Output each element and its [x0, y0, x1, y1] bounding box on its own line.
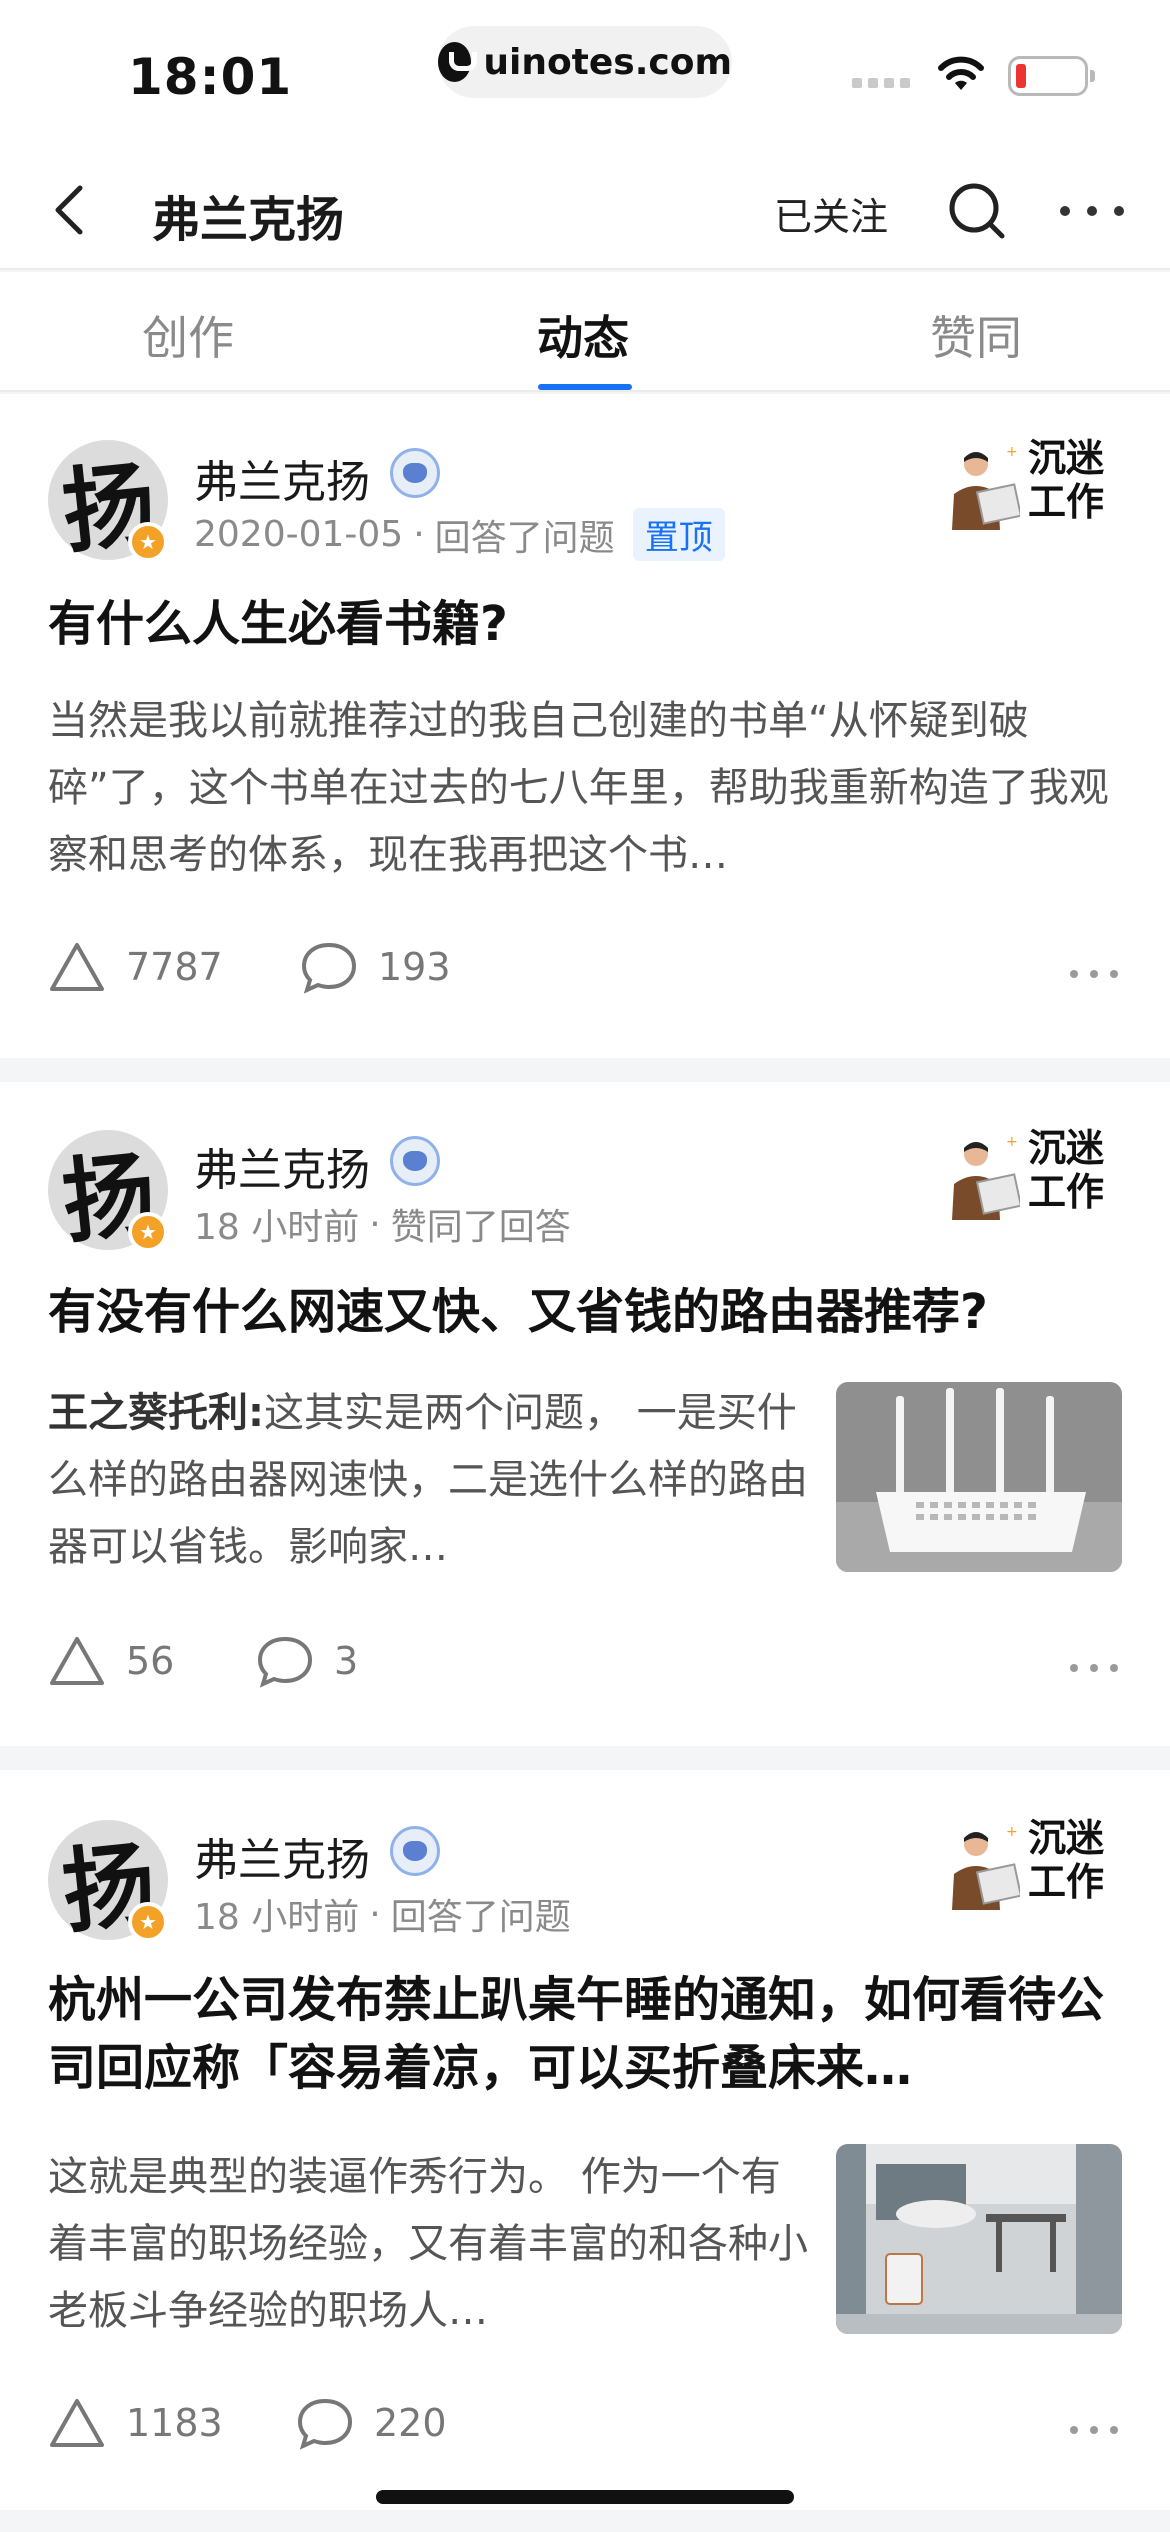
comment-count: 193: [378, 945, 451, 989]
avatar[interactable]: 扬 ★: [48, 440, 168, 566]
cellular-signal-icon: [852, 78, 910, 88]
person-laptop-icon: +: [952, 1824, 1020, 1910]
site-logo-icon: [438, 42, 478, 82]
office-nap-photo[interactable]: [836, 2144, 1122, 2334]
tab-activity[interactable]: 动态: [537, 302, 629, 368]
star-badge-icon: ★: [128, 1212, 168, 1252]
tab-bar: 创作 动态 赞同: [0, 272, 1170, 392]
router-photo[interactable]: [836, 1382, 1122, 1572]
post-meta: 18 小时前 · 回答了问题: [194, 1888, 571, 1940]
tab-creations[interactable]: 创作: [142, 302, 234, 368]
svg-text:+: +: [1006, 1134, 1018, 1150]
battery-icon: [1008, 56, 1095, 96]
medal-badge[interactable]: + 沉迷 工作: [944, 1814, 1124, 1914]
wifi-icon: [938, 56, 984, 90]
upvote-triangle-icon: [50, 1637, 104, 1685]
pinned-badge: 置顶: [632, 508, 725, 561]
person-laptop-icon: +: [952, 1134, 1020, 1220]
medal-text: 沉迷 工作: [1028, 1125, 1105, 1214]
svg-text:+: +: [1006, 1824, 1018, 1840]
post-more-icon[interactable]: [1070, 1664, 1118, 1672]
comment-count: 3: [334, 1639, 359, 1683]
post-actions: 56 3: [48, 1634, 1122, 1704]
post-action: 回答了问题: [390, 1897, 571, 1938]
page-title: 弗兰克扬: [152, 192, 345, 248]
upvote-count: 56: [126, 1639, 175, 1683]
svg-text:+: +: [1006, 444, 1018, 460]
medal-text: 沉迷 工作: [1028, 1815, 1105, 1904]
author-name[interactable]: 弗兰克扬: [194, 446, 370, 510]
star-badge-icon: ★: [128, 1902, 168, 1942]
avatar[interactable]: 扬 ★: [48, 1130, 168, 1256]
upvote-triangle-icon: [50, 943, 104, 991]
back-arrow-icon[interactable]: [42, 174, 102, 244]
comment-bubble-icon: [257, 1636, 313, 1688]
active-tab-indicator: [538, 384, 632, 390]
excerpt-author: 王之葵托利:: [48, 1390, 264, 1436]
comment-bubble-icon: [301, 942, 357, 994]
post-action: 赞同了回答: [390, 1207, 571, 1248]
comment-count: 220: [374, 2401, 447, 2445]
more-options-icon[interactable]: [1052, 176, 1132, 246]
creator-badge-icon: [390, 1826, 440, 1876]
post-title[interactable]: 有什么人生必看书籍?: [48, 590, 1128, 658]
comment-bubble-icon: [297, 2398, 353, 2450]
post-meta: 2020-01-05 · 回答了问题 置顶: [194, 508, 725, 561]
comment-button[interactable]: 193: [300, 940, 451, 994]
post-meta: 18 小时前 · 赞同了回答: [194, 1198, 571, 1250]
feed-card[interactable]: 扬 ★ 弗兰克扬 18 小时前 · 赞同了回答 + 沉迷 工作 有没有什么网速又…: [0, 1082, 1170, 1746]
home-indicator: [376, 2490, 794, 2504]
post-excerpt[interactable]: 当然是我以前就推荐过的我自己创建的书单“从怀疑到破碎”了，这个书单在过去的七八年…: [48, 688, 1122, 889]
upvote-button[interactable]: 7787: [48, 940, 223, 994]
post-excerpt[interactable]: 王之葵托利:这其实是两个问题， 一是买什么样的路由器网速快，二是选什么样的路由器…: [48, 1380, 808, 1581]
search-icon[interactable]: [942, 176, 1012, 246]
person-laptop-icon: +: [952, 444, 1020, 530]
author-name[interactable]: 弗兰克扬: [194, 1134, 370, 1198]
post-title[interactable]: 杭州一公司发布禁止趴桌午睡的通知，如何看待公司回应称「容易着凉，可以买折叠床来…: [48, 1966, 1128, 2102]
url-text: uinotes.com: [483, 41, 732, 83]
medal-badge[interactable]: + 沉迷 工作: [944, 434, 1124, 534]
follow-button[interactable]: 已关注: [774, 186, 888, 241]
status-bar: 18:01 uinotes.com: [0, 0, 1170, 150]
post-action: 回答了问题: [434, 517, 615, 559]
comment-button[interactable]: 3: [256, 1634, 358, 1688]
tab-upvotes[interactable]: 赞同: [930, 302, 1022, 368]
url-pill[interactable]: uinotes.com: [438, 26, 732, 98]
post-date: 18 小时前: [194, 1897, 360, 1938]
upvote-triangle-icon: [50, 2399, 104, 2447]
status-time: 18:01: [128, 48, 293, 106]
upvote-button[interactable]: 1183: [48, 2396, 223, 2450]
post-title[interactable]: 有没有什么网速又快、又省钱的路由器推荐?: [48, 1278, 1128, 1346]
post-date: 18 小时前: [194, 1207, 360, 1248]
nav-bar: 弗兰克扬 已关注: [0, 150, 1170, 270]
post-excerpt[interactable]: 这就是典型的装逼作秀行为。 作为一个有着丰富的职场经验，又有着丰富的和各种小老板…: [48, 2144, 808, 2345]
medal-text: 沉迷 工作: [1028, 435, 1105, 524]
feed-card[interactable]: 扬 ★ 弗兰克扬 2020-01-05 · 回答了问题 置顶 + 沉迷 工作 有…: [0, 394, 1170, 1058]
comment-button[interactable]: 220: [296, 2396, 447, 2450]
post-more-icon[interactable]: [1070, 2426, 1118, 2434]
upvote-count: 1183: [126, 2401, 223, 2445]
post-actions: 7787 193: [48, 940, 1122, 1010]
creator-badge-icon: [390, 448, 440, 498]
medal-badge[interactable]: + 沉迷 工作: [944, 1124, 1124, 1224]
feed-card[interactable]: 扬 ★ 弗兰克扬 18 小时前 · 回答了问题 + 沉迷 工作 杭州一公司发布禁…: [0, 1770, 1170, 2510]
author-name[interactable]: 弗兰克扬: [194, 1824, 370, 1888]
avatar[interactable]: 扬 ★: [48, 1820, 168, 1946]
upvote-count: 7787: [126, 945, 223, 989]
star-badge-icon: ★: [128, 522, 168, 562]
upvote-button[interactable]: 56: [48, 1634, 174, 1688]
creator-badge-icon: [390, 1136, 440, 1186]
post-actions: 1183 220: [48, 2396, 1122, 2466]
post-date: 2020-01-05: [194, 514, 404, 555]
post-more-icon[interactable]: [1070, 970, 1118, 978]
